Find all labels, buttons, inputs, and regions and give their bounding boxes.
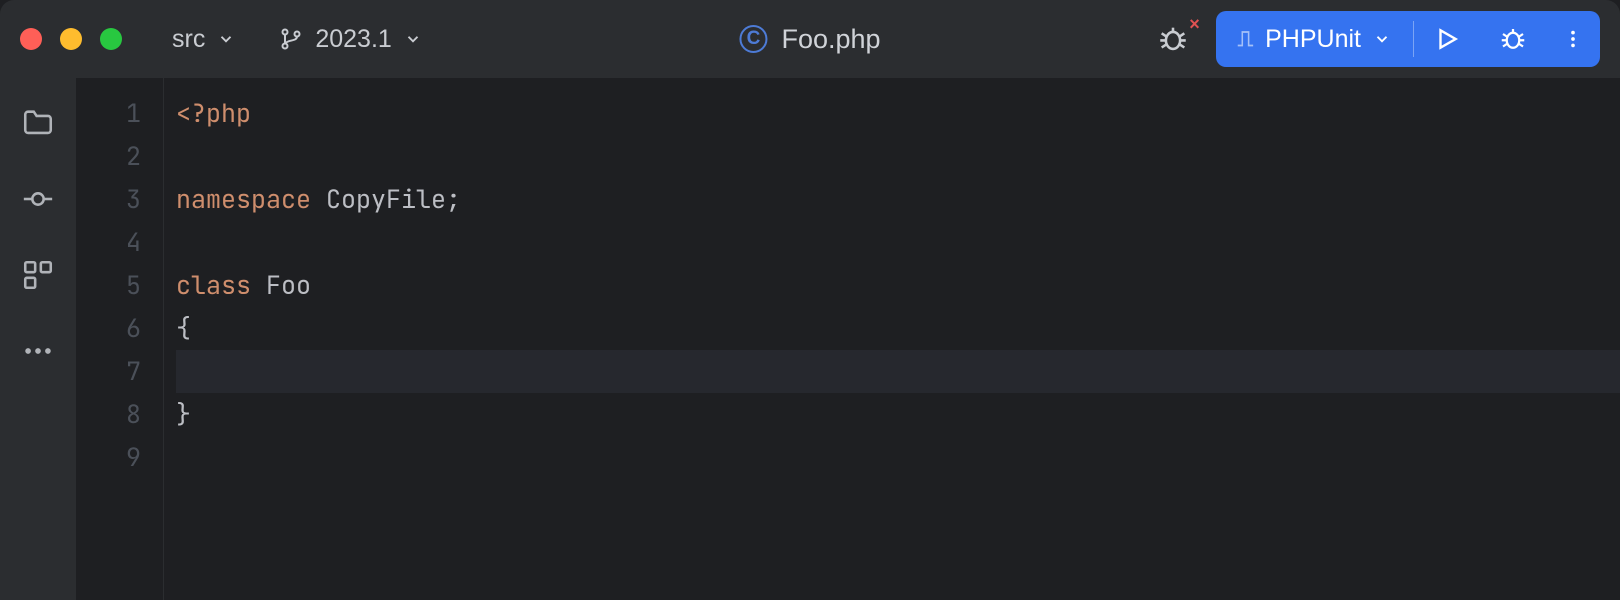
branch-dropdown[interactable]: 2023.1 [271, 21, 429, 58]
phpunit-icon: ⎍ [1238, 26, 1253, 52]
structure-tool-button[interactable] [21, 258, 55, 292]
debug-button[interactable] [1480, 11, 1546, 67]
more-tools-button[interactable] [21, 334, 55, 368]
line-number[interactable]: 7 [76, 350, 163, 393]
run-toolbar: ⎍ PHPUnit [1216, 11, 1600, 67]
run-config-dropdown[interactable]: ⎍ PHPUnit [1216, 11, 1413, 67]
code-line[interactable] [176, 350, 1620, 393]
line-gutter: 123456789 [76, 78, 164, 600]
branch-name: 2023.1 [315, 25, 391, 54]
line-number[interactable]: 1 [76, 92, 163, 135]
code-line[interactable] [176, 436, 1620, 479]
code-line[interactable] [176, 221, 1620, 264]
line-number[interactable]: 6 [76, 307, 163, 350]
project-dropdown[interactable]: src [164, 21, 243, 58]
x-icon: × [1189, 14, 1200, 35]
branch-icon [279, 27, 303, 51]
code-line[interactable]: namespace CopyFile; [176, 178, 1620, 221]
code-line[interactable]: { [176, 307, 1620, 350]
play-icon [1434, 26, 1460, 52]
title-bar: src 2023.1 C Foo.php × ⎍ PHPUnit [0, 0, 1620, 78]
project-name: src [172, 25, 205, 54]
kebab-icon [1562, 28, 1584, 50]
line-number[interactable]: 3 [76, 178, 163, 221]
code-line[interactable]: class Foo [176, 264, 1620, 307]
chevron-down-icon [404, 30, 422, 48]
close-window-button[interactable] [20, 28, 42, 50]
maximize-window-button[interactable] [100, 28, 122, 50]
commit-tool-button[interactable] [21, 182, 55, 216]
code-line[interactable]: } [176, 393, 1620, 436]
code-editor[interactable]: <?php namespace CopyFile; class Foo{} [164, 78, 1620, 600]
bug-icon [1156, 22, 1190, 56]
ellipsis-icon [21, 334, 55, 368]
run-button[interactable] [1414, 11, 1480, 67]
line-number[interactable]: 9 [76, 436, 163, 479]
more-actions-button[interactable] [1546, 11, 1600, 67]
chevron-down-icon [217, 30, 235, 48]
file-name: Foo.php [781, 24, 880, 55]
commit-icon [21, 182, 55, 216]
code-line[interactable]: <?php [176, 92, 1620, 135]
stop-debug-button[interactable]: × [1156, 22, 1190, 56]
line-number[interactable]: 5 [76, 264, 163, 307]
current-file[interactable]: C Foo.php [739, 24, 880, 55]
line-number[interactable]: 8 [76, 393, 163, 436]
activity-bar [0, 78, 76, 600]
line-number[interactable]: 4 [76, 221, 163, 264]
folder-icon [21, 106, 55, 140]
window-controls [20, 28, 122, 50]
run-config-name: PHPUnit [1265, 25, 1361, 54]
project-tool-button[interactable] [21, 106, 55, 140]
structure-icon [21, 258, 55, 292]
line-number[interactable]: 2 [76, 135, 163, 178]
class-badge-icon: C [739, 25, 767, 53]
bug-icon [1498, 24, 1528, 54]
minimize-window-button[interactable] [60, 28, 82, 50]
code-line[interactable] [176, 135, 1620, 178]
chevron-down-icon [1373, 30, 1391, 48]
